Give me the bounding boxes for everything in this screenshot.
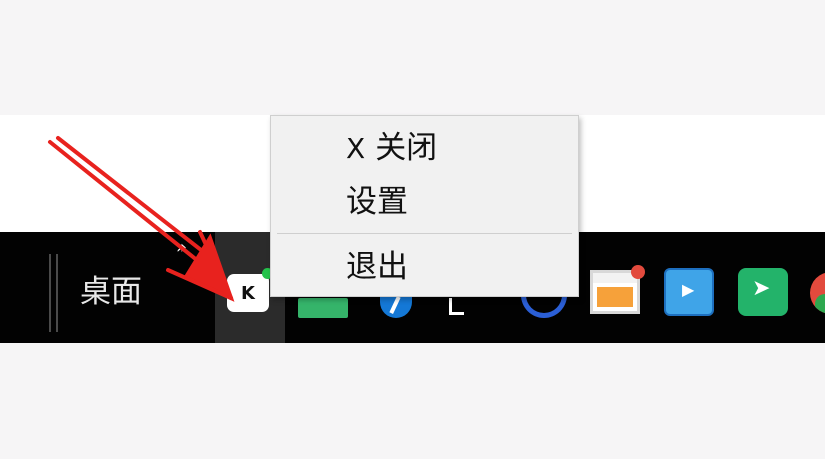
menu-item-label: 退出 [346, 249, 408, 285]
menu-item-label: 设置 [346, 184, 408, 220]
bracket-icon[interactable] [449, 298, 464, 315]
share-app-icon[interactable] [738, 268, 788, 316]
menu-separator [277, 233, 572, 234]
overflow-chevron-icon[interactable]: » [176, 238, 187, 258]
browser-window-icon[interactable] [590, 265, 645, 314]
context-menu: X 关闭 设置 退出 [270, 115, 579, 297]
menu-item-close[interactable]: X 关闭 [346, 126, 437, 171]
menu-item-label: 关闭 [375, 130, 438, 166]
k-app-icon[interactable]: K [227, 274, 269, 312]
close-icon: X [346, 132, 366, 165]
taskbar-divider [56, 254, 58, 332]
taskbar-divider [49, 254, 51, 332]
green-app-icon[interactable] [298, 298, 348, 318]
menu-item-exit[interactable]: 退出 [346, 245, 408, 289]
menu-item-settings[interactable]: 设置 [346, 180, 408, 224]
window-body [597, 287, 633, 307]
notification-badge [631, 265, 645, 279]
video-app-icon[interactable] [664, 268, 714, 316]
window-titlebar [593, 273, 637, 283]
taskbar-desktop-label[interactable]: 桌面 [80, 270, 142, 314]
